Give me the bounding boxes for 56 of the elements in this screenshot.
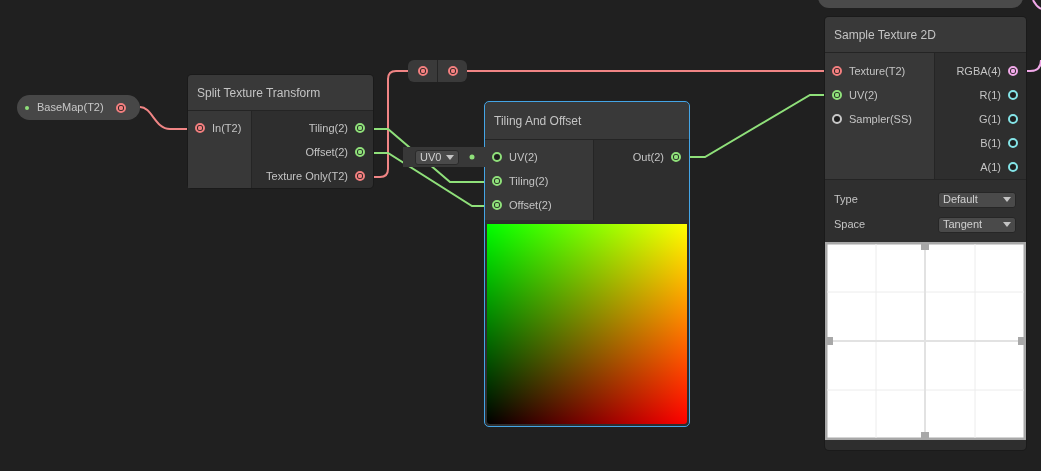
port-icon[interactable] xyxy=(355,171,365,181)
port-icon[interactable] xyxy=(832,114,842,124)
port-icon[interactable] xyxy=(1008,138,1018,148)
redirect-node[interactable] xyxy=(408,60,467,82)
port-label: Texture Only(T2) xyxy=(266,168,348,184)
port-icon[interactable] xyxy=(1008,66,1018,76)
port-label: G(1) xyxy=(979,111,1001,127)
port-icon[interactable] xyxy=(355,147,365,157)
setting-label: Space xyxy=(834,217,866,233)
port-label: Sampler(SS) xyxy=(849,111,912,127)
property-label: BaseMap(T2) xyxy=(37,100,104,116)
port-icon[interactable] xyxy=(195,123,205,133)
port-label: Tiling(2) xyxy=(509,173,549,189)
port-label: B(1) xyxy=(980,135,1001,151)
port-label: UV(2) xyxy=(849,87,878,103)
port-label: A(1) xyxy=(980,159,1001,175)
port-label: Offset(2) xyxy=(305,144,348,160)
node-panel[interactable]: Tiling And Offset UV(2) Tiling(2) Offset(2) Out(2) xyxy=(485,102,689,426)
port-label: UV(2) xyxy=(509,149,538,165)
wire xyxy=(139,106,189,130)
port-icon[interactable] xyxy=(447,66,458,76)
node-panel[interactable]: Split Texture Transform In(T2) Tiling(2) Offset(2) Texture Only(T2) xyxy=(188,75,373,188)
port-label: In(T2) xyxy=(212,120,242,136)
port-label: Tiling(2) xyxy=(308,120,348,136)
port-label: R(1) xyxy=(979,87,1001,103)
port-icon[interactable] xyxy=(355,123,365,133)
node-title: Tiling And Offset xyxy=(485,102,689,140)
port-label: RGBA(4) xyxy=(956,63,1001,79)
port-icon[interactable] xyxy=(832,90,842,100)
port-icon[interactable] xyxy=(1008,162,1018,172)
port-icon[interactable] xyxy=(115,102,126,113)
port-icon[interactable] xyxy=(671,152,681,162)
node-title: Split Texture Transform xyxy=(188,75,373,111)
setting-label: Type xyxy=(834,192,858,208)
port-icon[interactable] xyxy=(417,66,428,76)
wire xyxy=(1025,59,1041,72)
port-icon[interactable] xyxy=(492,200,502,210)
node-panel[interactable]: Sample Texture 2D Texture(T2) UV(2) Sampler(SS) RGBA(4) R(1) G(1) B(1) A(1) Type Default Space Tangent xyxy=(825,17,1026,450)
port-icon[interactable] xyxy=(1008,90,1018,100)
port-label: Offset(2) xyxy=(509,197,552,213)
port-icon[interactable] xyxy=(832,66,842,76)
node-title: Sample Texture 2D xyxy=(825,17,1026,53)
caret-icon xyxy=(1003,222,1011,227)
port-icon[interactable] xyxy=(492,176,502,186)
wire xyxy=(1032,0,1041,10)
port-icon[interactable] xyxy=(492,152,502,162)
uv-dropdown[interactable]: UV0 xyxy=(415,149,460,165)
port-icon[interactable] xyxy=(469,154,476,160)
port-label: Out(2) xyxy=(632,149,664,165)
port-icon[interactable] xyxy=(1008,114,1018,124)
dropdown[interactable]: Default xyxy=(938,191,1016,208)
caret-icon xyxy=(1003,197,1011,202)
property-node[interactable]: BaseMap(T2) xyxy=(17,95,140,120)
dropdown[interactable]: Tangent xyxy=(938,216,1016,233)
caret-icon xyxy=(446,154,455,160)
port-label: Texture(T2) xyxy=(849,63,906,79)
